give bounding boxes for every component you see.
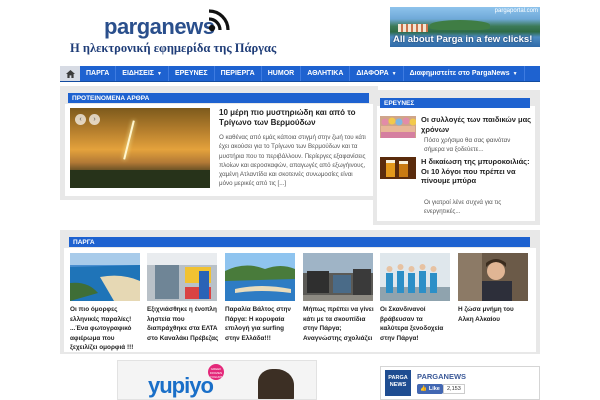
research-thumb-2[interactable] (380, 157, 416, 179)
banner-island (430, 20, 490, 30)
nav-label: ΕΡΕΥΝΕΣ (174, 70, 208, 77)
parga-tile-3[interactable] (225, 253, 295, 301)
fb-like-count: 2,153 (443, 384, 465, 394)
site-tagline: Η ηλεκτρονική εφημερίδα της Πάργας (70, 41, 277, 55)
banner-houses (398, 24, 428, 32)
valtos-beach-photo (225, 253, 295, 301)
lightning-bolt (123, 120, 135, 160)
logo-wordmark: parganews (104, 14, 215, 39)
research-excerpt-2: Οι γιατροί λένε συχνά για τις ενεργητικέ… (424, 199, 502, 215)
hotel-staff-photo (380, 253, 450, 301)
parga-heading-text: ΠΑΡΓΑ (73, 238, 95, 246)
nav-home[interactable] (60, 66, 80, 81)
main-navigation: ΠΑΡΓΑ ΕΙΔΗΣΕΙΣ ▼ ΕΡΕΥΝΕΣ ΠΕΡΙΕΡΓΑ HUMOR Α… (60, 66, 540, 82)
nav-label: ΔΙΑΦΟΡΑ (356, 70, 389, 77)
parga-heading: ΠΑΡΓΑ (69, 237, 530, 247)
research-excerpt-1: Πόσο χρήσιμο θα σας φαινόταν σήμερα να ξ… (424, 137, 511, 153)
parga-caption-3[interactable]: Παραλία Βάλτος στην Πάργα: Η κορυφαία επ… (225, 305, 297, 343)
parga-tile-2[interactable] (147, 253, 217, 301)
parga-caption-2[interactable]: Εξιχνιάσθηκε η ένοπλη ληστεία που διαπρά… (147, 305, 219, 343)
kids-photo (380, 116, 416, 138)
featured-heading-text: ΠΡΟΤΕΙΝΟΜΕΝΑ ΑΡΘΡΑ (72, 94, 150, 102)
parga-caption-4[interactable]: Μήπως πρέπει να γίνει κάτι με τα σκουπίδ… (303, 305, 375, 343)
dark-ground (70, 170, 210, 188)
beer-photo (380, 157, 416, 179)
post-office-photo (147, 253, 217, 301)
chevron-down-icon: ▼ (391, 70, 397, 77)
parga-caption-6[interactable]: Η ζώσα μνήμη του Αλκη Αλκαίου (458, 305, 530, 324)
nav-label: ΠΑΡΓΑ (86, 70, 110, 77)
portrait-photo (458, 253, 528, 301)
nav-item-misc[interactable]: ΔΙΑΦΟΡΑ ▼ (350, 66, 404, 81)
research-heading: ΕΡΕΥΝΕΣ (380, 98, 530, 108)
garbage-photo (303, 253, 373, 301)
nav-item-curious[interactable]: ΠΕΡΙΕΡΓΑ (215, 66, 262, 81)
parga-tile-4[interactable] (303, 253, 373, 301)
yupiyo-ad[interactable]: yupiyo GREEK FROZEN YOGURT (117, 360, 317, 400)
nav-item-sports[interactable]: ΑΘΛΗΤΙΚΑ (301, 66, 351, 81)
research-heading-text: ΕΡΕΥΝΕΣ (384, 99, 415, 107)
nav-item-humor[interactable]: HUMOR (262, 66, 302, 81)
thumbs-up-icon: 👍 (420, 386, 427, 392)
parga-caption-1[interactable]: Οι πιο όμορφες ελληνικές παραλίες! ...Έν… (70, 305, 142, 353)
fb-like-label: Like (428, 386, 440, 392)
nav-item-research[interactable]: ΕΡΕΥΝΕΣ (169, 66, 215, 81)
banner-text: All about Parga in a few clicks! (393, 34, 533, 45)
ad-badge: GREEK FROZEN YOGURT (208, 364, 224, 380)
nav-item-news[interactable]: ΕΙΔΗΣΕΙΣ ▼ (116, 66, 169, 81)
nav-item-parga[interactable]: ΠΑΡΓΑ (80, 66, 117, 81)
featured-image[interactable]: ‹ › (70, 108, 210, 188)
nav-label: HUMOR (267, 70, 295, 77)
featured-excerpt: Ο καθένας από εμάς κάποια στιγμή στην ζω… (219, 134, 366, 188)
nav-label: Διαφημιστείτε στο PargaNews (409, 70, 510, 77)
nav-label: ΑΘΛΗΤΙΚΑ (307, 70, 344, 77)
fb-page-name[interactable]: PARGANEWS (417, 372, 466, 381)
parga-caption-5[interactable]: Οι Σκανδινανοί βράβευσαν τα καλύτερα ξεν… (380, 305, 452, 343)
fb-like-button[interactable]: 👍 Like (417, 384, 443, 394)
beach-photo (70, 253, 140, 301)
nav-label: ΠΕΡΙΕΡΓΑ (220, 70, 255, 77)
pargaportal-banner[interactable]: pargaportal.com All about Parga in a few… (390, 7, 540, 47)
ad-dark-shape (258, 369, 294, 399)
research-title-2[interactable]: Η δικαίωση της μπυροκοιλιάς: Οι 10 λόγοι… (421, 157, 533, 186)
parganews-fb-logo[interactable]: PARGA NEWS (385, 370, 411, 396)
research-thumb-1[interactable] (380, 116, 416, 138)
nav-label: ΕΙΔΗΣΕΙΣ (122, 70, 154, 77)
parga-tile-6[interactable] (458, 253, 528, 301)
chevron-down-icon: ▼ (512, 70, 518, 77)
slider-prev-button[interactable]: ‹ (75, 114, 86, 125)
ad-brand: yupiyo (148, 373, 214, 398)
slider-next-button[interactable]: › (89, 114, 100, 125)
parga-tile-1[interactable] (70, 253, 140, 301)
parga-tile-5[interactable] (380, 253, 450, 301)
featured-heading: ΠΡΟΤΕΙΝΟΜΕΝΑ ΑΡΘΡΑ (68, 93, 369, 103)
banner-url: pargaportal.com (494, 8, 538, 14)
featured-title[interactable]: 10 μέρη πιο μυστηριώδη και από το Τρίγων… (219, 108, 367, 128)
rss-icon (208, 9, 230, 32)
chevron-down-icon: ▼ (157, 70, 162, 77)
facebook-widget: PARGA NEWS PARGANEWS 👍 Like 2,153 (380, 366, 540, 400)
nav-item-advertise[interactable]: Διαφημιστείτε στο PargaNews ▼ (404, 66, 525, 81)
home-icon (65, 69, 75, 78)
research-title-1[interactable]: Οι συλλογές των παιδικών μας χρόνων (421, 115, 533, 134)
